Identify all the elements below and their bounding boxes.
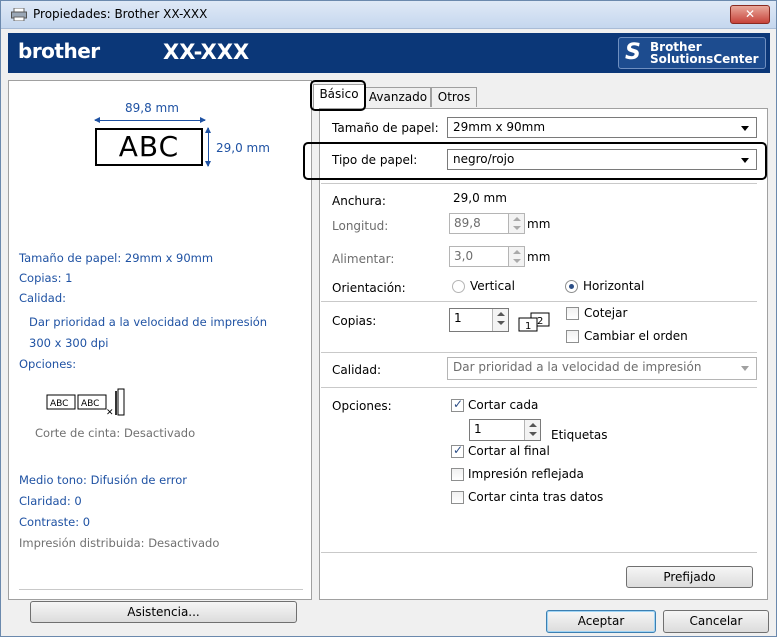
summary-paper-size: Tamaño de papel: 29mm x 90mm [19,251,214,265]
tab-highlight-frame [310,80,366,111]
separator [321,352,757,353]
feed-unit: mm [527,250,551,264]
cut-options-icon: ABC ABC ✕ [46,388,125,417]
separator [321,183,757,184]
paper-type-highlight-frame [303,142,767,180]
width-label: Anchura: [332,194,386,208]
preview-panel: 89,8 mm ABC 29,0 mm Tamaño de papel: 29m… [8,80,312,600]
cancel-button[interactable]: Cancelar [663,610,769,633]
summary-contrast: Contraste: 0 [19,515,91,529]
brand-banner: brother XX-XXX S Brother SolutionsCenter [8,33,770,73]
default-button[interactable]: Prefijado [626,566,753,588]
label-preview: ABC [95,128,203,166]
solutions-center-icon: S [625,40,641,65]
svg-text:ABC: ABC [81,399,99,409]
cut-every-spinner[interactable]: 1 [469,419,541,441]
svg-text:ABC: ABC [50,399,68,409]
brother-logo: brother [18,39,100,63]
summary-quality-heading: Calidad: [19,291,66,305]
basic-tab-panel [319,108,768,600]
orientation-vertical-radio[interactable] [452,280,465,293]
summary-quality-value: Dar prioridad a la velocidad de impresió… [29,315,268,329]
quality-label: Calidad: [332,363,382,377]
tab-otros[interactable]: Otros [431,87,477,107]
svg-text:1: 1 [525,321,531,332]
summary-copies: Copias: 1 [19,271,73,285]
length-spinner[interactable]: 89,8 [449,213,525,234]
preview-width-label: 89,8 mm [125,101,179,115]
preview-divider [19,589,303,590]
paper-size-value: 29mm x 90mm [453,120,546,134]
cut-every-checkbox[interactable] [451,397,464,412]
solutions-center-button[interactable]: S Brother SolutionsCenter [618,37,766,69]
summary-brightness: Claridad: 0 [19,494,82,508]
cut-at-end-label[interactable]: Cortar al final [468,444,550,458]
cut-every-value: 1 [474,422,482,436]
options-label: Opciones: [332,399,392,413]
feed-label: Alimentar: [332,252,395,266]
preview-height-label: 29,0 mm [216,141,270,155]
summary-halftone: Medio tono: Difusión de error [19,473,188,487]
separator [321,387,757,388]
close-button[interactable]: ✕ [730,5,770,24]
paper-size-label: Tamaño de papel: [332,121,439,135]
collate-checkbox[interactable] [566,307,579,320]
summary-options-heading: Opciones: [19,357,77,371]
feed-value: 3,0 [454,249,474,263]
title-bar: Propiedades: Brother XX-XXX ✕ [1,1,776,29]
reverse-order-checkbox[interactable] [566,330,579,343]
chevron-down-icon [741,126,749,131]
copies-spinner[interactable]: 1 [449,308,509,332]
collate-pages-icon: 2 1 [518,312,550,332]
cut-at-end-checkbox[interactable] [451,443,464,458]
orientation-horizontal-radio[interactable] [565,280,578,293]
reverse-order-label[interactable]: Cambiar el orden [584,329,688,343]
cut-every-label[interactable]: Cortar cada [468,398,538,412]
copies-value: 1 [454,311,462,325]
spinner-arrows-icon [492,309,508,331]
spinner-arrows-icon [524,420,540,440]
orientation-vertical-label[interactable]: Vertical [470,279,515,293]
mirror-print-label[interactable]: Impresión reflejada [468,467,584,481]
svg-text:✕: ✕ [106,408,114,417]
model-name: XX-XXX [163,40,250,64]
cut-tape-after-data-label[interactable]: Cortar cinta tras datos [468,490,603,504]
length-value: 89,8 [454,216,481,230]
ok-button[interactable]: Aceptar [546,610,656,633]
collate-label[interactable]: Cotejar [584,306,627,320]
spinner-arrows-icon [508,214,524,233]
feed-spinner[interactable]: 3,0 [449,246,525,267]
svg-text:2: 2 [537,316,543,327]
width-value: 29,0 mm [453,191,507,205]
mirror-print-checkbox[interactable] [451,468,464,481]
orientation-horizontal-label[interactable]: Horizontal [583,279,644,293]
labels-unit: Etiquetas [551,428,608,442]
solutions-center-label-2: SolutionsCenter [650,52,759,66]
quality-value: Dar prioridad a la velocidad de impresió… [453,360,702,374]
separator [321,301,757,302]
chevron-down-icon [741,366,749,371]
length-unit: mm [527,217,551,231]
summary-distributed: Impresión distribuida: Desactivado [19,536,220,550]
orientation-label: Orientación: [332,281,406,295]
paper-size-select[interactable]: 29mm x 90mm [447,117,757,138]
separator [321,552,757,553]
cut-tape-after-data-checkbox[interactable] [451,491,464,504]
summary-tape-cut: Corte de cinta: Desactivado [35,426,196,440]
quality-select[interactable]: Dar prioridad a la velocidad de impresió… [447,357,757,380]
window-title: Propiedades: Brother XX-XXX [33,7,208,21]
height-dimension-arrow [205,127,211,167]
copies-label: Copias: [332,314,377,328]
spinner-arrows-icon [508,247,524,266]
length-label: Longitud: [332,219,389,233]
properties-window: Propiedades: Brother XX-XXX ✕ brother XX… [0,0,777,637]
width-dimension-arrow [94,117,206,123]
tab-avanzado[interactable]: Avanzado [365,87,431,107]
assistance-button[interactable]: Asistencia... [30,601,297,623]
summary-resolution: 300 x 300 dpi [29,336,109,350]
printer-icon [11,8,27,21]
